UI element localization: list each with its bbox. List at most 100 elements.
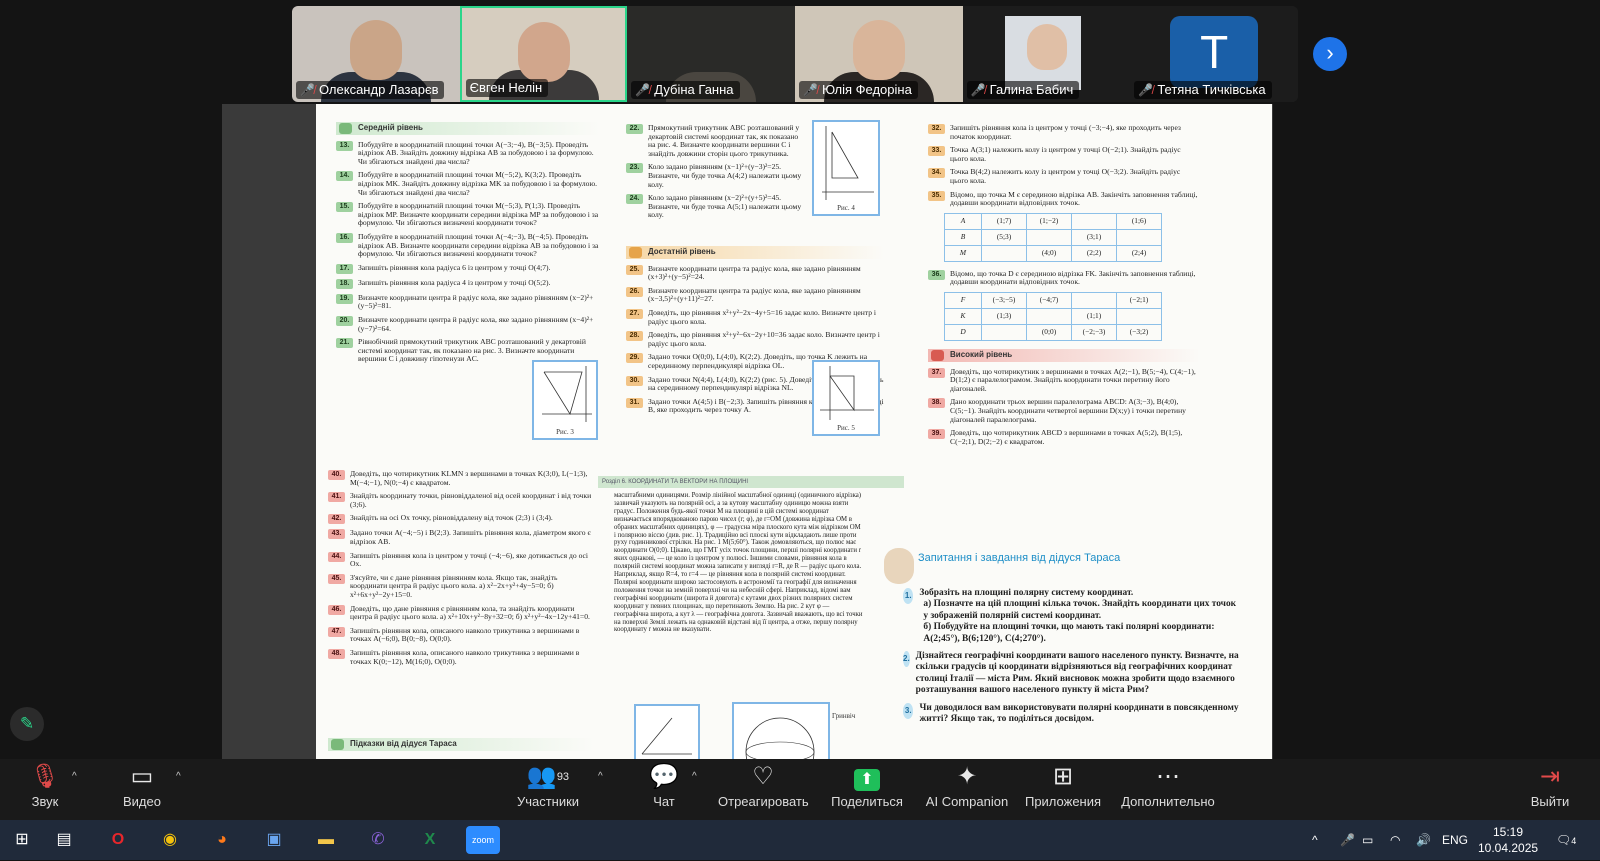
- participant-tile[interactable]: T 🎤̸ Тетяна Тичківська: [1130, 6, 1298, 102]
- table-cell: (−3;−5): [981, 291, 1027, 309]
- meeting-toolbar: 🎙 Звук ^ ▭ Видео ^ 👥93 Участники ^ 💬 Чат…: [0, 759, 1600, 820]
- audio-button[interactable]: 🎙 Звук: [22, 763, 68, 809]
- participant-face: [852, 20, 905, 80]
- task-number: 47.: [328, 626, 345, 637]
- chat-options-caret[interactable]: ^: [692, 771, 697, 782]
- table-35: A (1;7) (1;−2) (1;6) B (5;3) (3;1) M (4;0) (2;2)(…: [944, 212, 1162, 262]
- task-text: Задано точки A(−4;−5) і B(2;3). Запишіть…: [350, 528, 591, 546]
- task-item: 42. Знайдіть на осі Ox точку, рівновіддал…: [328, 513, 594, 525]
- task-number: 48.: [328, 648, 345, 659]
- next-page-button[interactable]: ›: [1313, 37, 1347, 71]
- table-cell: F: [944, 291, 982, 309]
- participants-options-caret[interactable]: ^: [598, 771, 603, 782]
- show-hidden-icons-chevron-icon[interactable]: ^: [1312, 820, 1318, 860]
- firefox-icon[interactable]: ◕: [208, 826, 236, 854]
- figure-5: Рис. 5: [812, 360, 880, 436]
- figure-caption: Рис. 3: [556, 428, 574, 436]
- share-button[interactable]: ⬆ Поделиться: [830, 763, 904, 809]
- participant-tile[interactable]: 🎤̸ Галина Бабич: [962, 6, 1131, 102]
- task-number: 15.: [336, 202, 353, 213]
- task-item: 37. Доведіть, що чотирикутник з вершинами…: [928, 367, 1200, 394]
- video-options-caret[interactable]: ^: [176, 771, 181, 782]
- video-button[interactable]: ▭ Видео: [116, 763, 168, 809]
- task-item: 43. Задано точки A(−4;−5) і B(2;3). Запиш…: [328, 529, 594, 546]
- pencil-icon: ✎: [19, 714, 35, 733]
- task-number: 25.: [626, 264, 643, 275]
- task-number: 30.: [626, 375, 643, 386]
- task-number: 40.: [328, 470, 345, 480]
- task-text: Доведіть, що дане рівняння є рівнянням к…: [350, 603, 590, 622]
- file-explorer-icon[interactable]: ▬: [312, 826, 340, 854]
- task-view-icon[interactable]: ▤: [50, 826, 78, 854]
- zoom-icon[interactable]: zoom: [466, 826, 500, 854]
- battery-icon[interactable]: ▭: [1362, 820, 1373, 860]
- task-text: Запишіть рівняння кола, описаного навкол…: [350, 625, 580, 644]
- leave-button[interactable]: ⇥ Выйти: [1528, 763, 1572, 809]
- table-cell: D: [944, 323, 982, 341]
- chrome-icon[interactable]: ◉: [156, 826, 184, 854]
- questions-title: Запитання і завдання від дідуся Тараса: [918, 552, 1121, 564]
- task-number: 20.: [336, 315, 353, 326]
- table-cell: (5;3): [981, 228, 1027, 246]
- table-cell: [1026, 307, 1072, 325]
- participant-tile[interactable]: 🎤̸ Юлія Федоріна: [795, 6, 963, 102]
- mic-muted-icon: 🎙: [29, 763, 61, 790]
- excel-icon[interactable]: X: [416, 826, 444, 854]
- audio-options-caret[interactable]: ^: [72, 771, 77, 782]
- task-number: 45.: [328, 573, 345, 584]
- table-cell: [1071, 212, 1117, 230]
- figure-4: Рис. 4: [812, 120, 880, 216]
- more-button[interactable]: ⋯ Дополнительно: [1118, 763, 1218, 809]
- windows-start-icon[interactable]: ⊞: [8, 826, 36, 854]
- task-number: 37.: [928, 367, 945, 378]
- viber-icon[interactable]: ✆: [364, 826, 392, 854]
- task-text: Дано координати трьох вершин паралелогра…: [950, 397, 1186, 424]
- task-text: З'ясуйте, чи є дане рівняння рівнянням к…: [350, 572, 558, 599]
- task-list: 32. Запишіть рівняння кола із центром у т…: [928, 123, 1200, 208]
- participant-tile[interactable]: 🎤̸ Олександр Лазарєв: [292, 6, 460, 102]
- opera-icon[interactable]: O: [104, 826, 132, 854]
- task-text: Визначте координати центра й радіус кола…: [358, 314, 594, 333]
- task-item: 35. Відомо, що точка M є серединою відріз…: [928, 190, 1200, 208]
- task-text: Визначте координати центра та радіус кол…: [648, 263, 861, 282]
- table-cell: [1071, 291, 1117, 309]
- table-cell: (1;6): [1116, 212, 1162, 230]
- participant-tile-active-speaker[interactable]: Євген Нелін: [459, 6, 628, 102]
- table-cell: A: [944, 212, 982, 230]
- figure-1-graphic: [641, 717, 692, 755]
- speaker-icon[interactable]: 🔊: [1416, 820, 1431, 860]
- notifications-count: 4: [1571, 836, 1577, 846]
- clock[interactable]: 15:19 10.04.2025: [1478, 824, 1538, 856]
- annotate-button[interactable]: ✎: [10, 707, 44, 741]
- task-text: Побудуйте в координатній площині точки A…: [358, 231, 599, 259]
- participants-button[interactable]: 👥93 Участники: [514, 763, 582, 809]
- notifications-icon[interactable]: 🗨4: [1556, 820, 1576, 861]
- task-item: 25. Визначте координати центра та радіус …: [626, 263, 884, 282]
- apps-button[interactable]: ⊞ Приложения: [1022, 763, 1104, 809]
- question-item: 3. Чи доводилося вам використовувати поля…: [903, 702, 1243, 726]
- microphone-icon[interactable]: 🎤: [1340, 820, 1355, 860]
- task-number: 35.: [928, 190, 945, 201]
- task-text: Доведіть, що рівняння x²+y²−2x−4y+5=16 з…: [648, 307, 877, 326]
- figure-1: [634, 704, 700, 759]
- task-number: 32.: [928, 124, 945, 134]
- task-text: Знайдіть на осі Ox точку, рівновіддалену…: [350, 513, 553, 523]
- table-cell: [1116, 228, 1162, 246]
- task-text: Знайдіть координату точки, рівновіддален…: [350, 491, 592, 509]
- participant-tile[interactable]: 🎤̸ Дубіна Ганна: [627, 6, 796, 102]
- table-cell: (2;2): [1071, 244, 1117, 262]
- wifi-icon[interactable]: ◠: [1390, 820, 1400, 860]
- task-number: 14.: [336, 171, 353, 182]
- table-cell: (−2;−3): [1071, 323, 1117, 341]
- table-cell: [981, 323, 1027, 341]
- save-disk-icon[interactable]: ▣: [260, 826, 288, 854]
- table-cell: (4;0): [1026, 244, 1072, 262]
- ai-companion-button[interactable]: ✦ AI Companion: [924, 763, 1010, 809]
- chat-button[interactable]: 💬 Чат: [644, 763, 684, 809]
- participant-name: Тетяна Тичківська: [1157, 82, 1266, 97]
- share-screen-icon: ⬆: [830, 763, 904, 793]
- react-button[interactable]: ♡ Отреагировать: [718, 763, 809, 809]
- task-item: 47. Запишіть рівняння кола, описаного нав…: [328, 625, 594, 644]
- language-indicator[interactable]: ENG: [1442, 820, 1468, 860]
- table-row: M (4;0) (2;2) (2;4): [944, 244, 1162, 262]
